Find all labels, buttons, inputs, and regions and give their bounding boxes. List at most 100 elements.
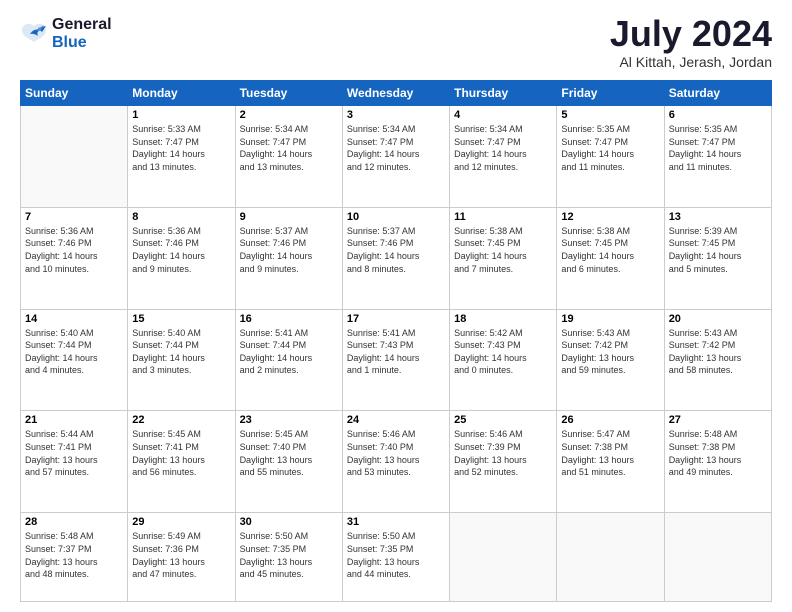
table-row: 30 Sunrise: 5:50 AM Sunset: 7:35 PM Dayli…	[235, 513, 342, 602]
header-tuesday: Tuesday	[235, 81, 342, 106]
table-row: 14 Sunrise: 5:40 AM Sunset: 7:44 PM Dayli…	[21, 309, 128, 411]
day-info: Sunrise: 5:34 AM Sunset: 7:47 PM Dayligh…	[454, 123, 552, 173]
table-row: 8Sunrise: 5:36 AM Sunset: 7:46 PM Daylig…	[128, 207, 235, 309]
calendar-table: Sunday Monday Tuesday Wednesday Thursday…	[20, 80, 772, 602]
day-number: 25	[454, 414, 552, 426]
day-info: Sunrise: 5:49 AM Sunset: 7:36 PM Dayligh…	[132, 530, 230, 580]
logo: General Blue	[20, 16, 112, 51]
table-row: 9 Sunrise: 5:37 AM Sunset: 7:46 PM Daylig…	[235, 207, 342, 309]
day-number: 11	[454, 211, 552, 223]
day-info: Sunrise: 5:40 AM Sunset: 7:44 PM Dayligh…	[132, 327, 230, 377]
day-number: 26	[561, 414, 659, 426]
day-number: 4	[454, 109, 552, 121]
day-info: Sunrise: 5:43 AM Sunset: 7:42 PM Dayligh…	[669, 327, 767, 377]
day-info: Sunrise: 5:33 AM Sunset: 7:47 PM Dayligh…	[132, 123, 230, 173]
table-row: 31 Sunrise: 5:50 AM Sunset: 7:35 PM Dayli…	[342, 513, 449, 602]
table-row: 22 Sunrise: 5:45 AM Sunset: 7:41 PM Dayli…	[128, 411, 235, 513]
table-row: 29Sunrise: 5:49 AM Sunset: 7:36 PM Dayli…	[128, 513, 235, 602]
table-row	[664, 513, 771, 602]
location: Al Kittah, Jerash, Jordan	[610, 54, 772, 70]
day-info: Sunrise: 5:50 AM Sunset: 7:35 PM Dayligh…	[240, 530, 338, 580]
table-row: 26 Sunrise: 5:47 AM Sunset: 7:38 PM Dayli…	[557, 411, 664, 513]
day-number: 5	[561, 109, 659, 121]
day-info: Sunrise: 5:37 AM Sunset: 7:46 PM Dayligh…	[240, 225, 338, 275]
day-number: 16	[240, 313, 338, 325]
table-row: 6 Sunrise: 5:35 AM Sunset: 7:47 PM Daylig…	[664, 106, 771, 208]
day-number: 6	[669, 109, 767, 121]
day-info: Sunrise: 5:50 AM Sunset: 7:35 PM Dayligh…	[347, 530, 445, 580]
header-thursday: Thursday	[450, 81, 557, 106]
day-info: Sunrise: 5:43 AM Sunset: 7:42 PM Dayligh…	[561, 327, 659, 377]
day-number: 2	[240, 109, 338, 121]
day-info: Sunrise: 5:41 AM Sunset: 7:43 PM Dayligh…	[347, 327, 445, 377]
day-info: Sunrise: 5:48 AM Sunset: 7:37 PM Dayligh…	[25, 530, 123, 580]
day-info: Sunrise: 5:46 AM Sunset: 7:39 PM Dayligh…	[454, 428, 552, 478]
header-saturday: Saturday	[664, 81, 771, 106]
table-row: 13 Sunrise: 5:39 AM Sunset: 7:45 PM Dayli…	[664, 207, 771, 309]
day-info: Sunrise: 5:35 AM Sunset: 7:47 PM Dayligh…	[669, 123, 767, 173]
day-number: 24	[347, 414, 445, 426]
day-number: 12	[561, 211, 659, 223]
day-info: Sunrise: 5:47 AM Sunset: 7:38 PM Dayligh…	[561, 428, 659, 478]
day-info: Sunrise: 5:40 AM Sunset: 7:44 PM Dayligh…	[25, 327, 123, 377]
day-info: Sunrise: 5:37 AM Sunset: 7:46 PM Dayligh…	[347, 225, 445, 275]
day-info: Sunrise: 5:45 AM Sunset: 7:41 PM Dayligh…	[132, 428, 230, 478]
title-block: July 2024 Al Kittah, Jerash, Jordan	[610, 16, 772, 70]
table-row: 19 Sunrise: 5:43 AM Sunset: 7:42 PM Dayli…	[557, 309, 664, 411]
day-info: Sunrise: 5:46 AM Sunset: 7:40 PM Dayligh…	[347, 428, 445, 478]
day-number: 7	[25, 211, 123, 223]
day-info: Sunrise: 5:35 AM Sunset: 7:47 PM Dayligh…	[561, 123, 659, 173]
day-number: 3	[347, 109, 445, 121]
header-friday: Friday	[557, 81, 664, 106]
day-info: Sunrise: 5:34 AM Sunset: 7:47 PM Dayligh…	[347, 123, 445, 173]
header-wednesday: Wednesday	[342, 81, 449, 106]
table-row: 15 Sunrise: 5:40 AM Sunset: 7:44 PM Dayli…	[128, 309, 235, 411]
day-number: 20	[669, 313, 767, 325]
day-number: 17	[347, 313, 445, 325]
day-number: 1	[132, 109, 230, 121]
logo-text: General Blue	[52, 16, 112, 51]
table-row: 4 Sunrise: 5:34 AM Sunset: 7:47 PM Daylig…	[450, 106, 557, 208]
day-info: Sunrise: 5:36 AM Sunset: 7:46 PM Dayligh…	[132, 225, 230, 275]
page: General Blue July 2024 Al Kittah, Jerash…	[0, 0, 792, 612]
table-row: 10 Sunrise: 5:37 AM Sunset: 7:46 PM Dayli…	[342, 207, 449, 309]
table-row: 17 Sunrise: 5:41 AM Sunset: 7:43 PM Dayli…	[342, 309, 449, 411]
day-number: 15	[132, 313, 230, 325]
day-number: 23	[240, 414, 338, 426]
table-row: 5 Sunrise: 5:35 AM Sunset: 7:47 PM Daylig…	[557, 106, 664, 208]
day-number: 27	[669, 414, 767, 426]
day-number: 30	[240, 516, 338, 528]
header: General Blue July 2024 Al Kittah, Jerash…	[20, 16, 772, 70]
table-row	[450, 513, 557, 602]
day-number: 21	[25, 414, 123, 426]
calendar-header-row: Sunday Monday Tuesday Wednesday Thursday…	[21, 81, 772, 106]
day-info: Sunrise: 5:36 AM Sunset: 7:46 PM Dayligh…	[25, 225, 123, 275]
table-row	[557, 513, 664, 602]
table-row: 25 Sunrise: 5:46 AM Sunset: 7:39 PM Dayli…	[450, 411, 557, 513]
day-info: Sunrise: 5:41 AM Sunset: 7:44 PM Dayligh…	[240, 327, 338, 377]
table-row: 12Sunrise: 5:38 AM Sunset: 7:45 PM Dayli…	[557, 207, 664, 309]
day-number: 31	[347, 516, 445, 528]
day-number: 18	[454, 313, 552, 325]
day-number: 9	[240, 211, 338, 223]
day-number: 19	[561, 313, 659, 325]
day-info: Sunrise: 5:48 AM Sunset: 7:38 PM Dayligh…	[669, 428, 767, 478]
day-number: 10	[347, 211, 445, 223]
day-number: 22	[132, 414, 230, 426]
table-row: 3 Sunrise: 5:34 AM Sunset: 7:47 PM Daylig…	[342, 106, 449, 208]
table-row	[21, 106, 128, 208]
table-row: 1 Sunrise: 5:33 AM Sunset: 7:47 PM Daylig…	[128, 106, 235, 208]
day-number: 13	[669, 211, 767, 223]
table-row: 11 Sunrise: 5:38 AM Sunset: 7:45 PM Dayli…	[450, 207, 557, 309]
day-info: Sunrise: 5:39 AM Sunset: 7:45 PM Dayligh…	[669, 225, 767, 275]
day-info: Sunrise: 5:38 AM Sunset: 7:45 PM Dayligh…	[454, 225, 552, 275]
month-title: July 2024	[610, 16, 772, 52]
table-row: 18Sunrise: 5:42 AM Sunset: 7:43 PM Dayli…	[450, 309, 557, 411]
day-number: 28	[25, 516, 123, 528]
table-row: 24 Sunrise: 5:46 AM Sunset: 7:40 PM Dayli…	[342, 411, 449, 513]
header-sunday: Sunday	[21, 81, 128, 106]
table-row: 16 Sunrise: 5:41 AM Sunset: 7:44 PM Dayli…	[235, 309, 342, 411]
day-number: 14	[25, 313, 123, 325]
table-row: 7 Sunrise: 5:36 AM Sunset: 7:46 PM Daylig…	[21, 207, 128, 309]
table-row: 28 Sunrise: 5:48 AM Sunset: 7:37 PM Dayli…	[21, 513, 128, 602]
